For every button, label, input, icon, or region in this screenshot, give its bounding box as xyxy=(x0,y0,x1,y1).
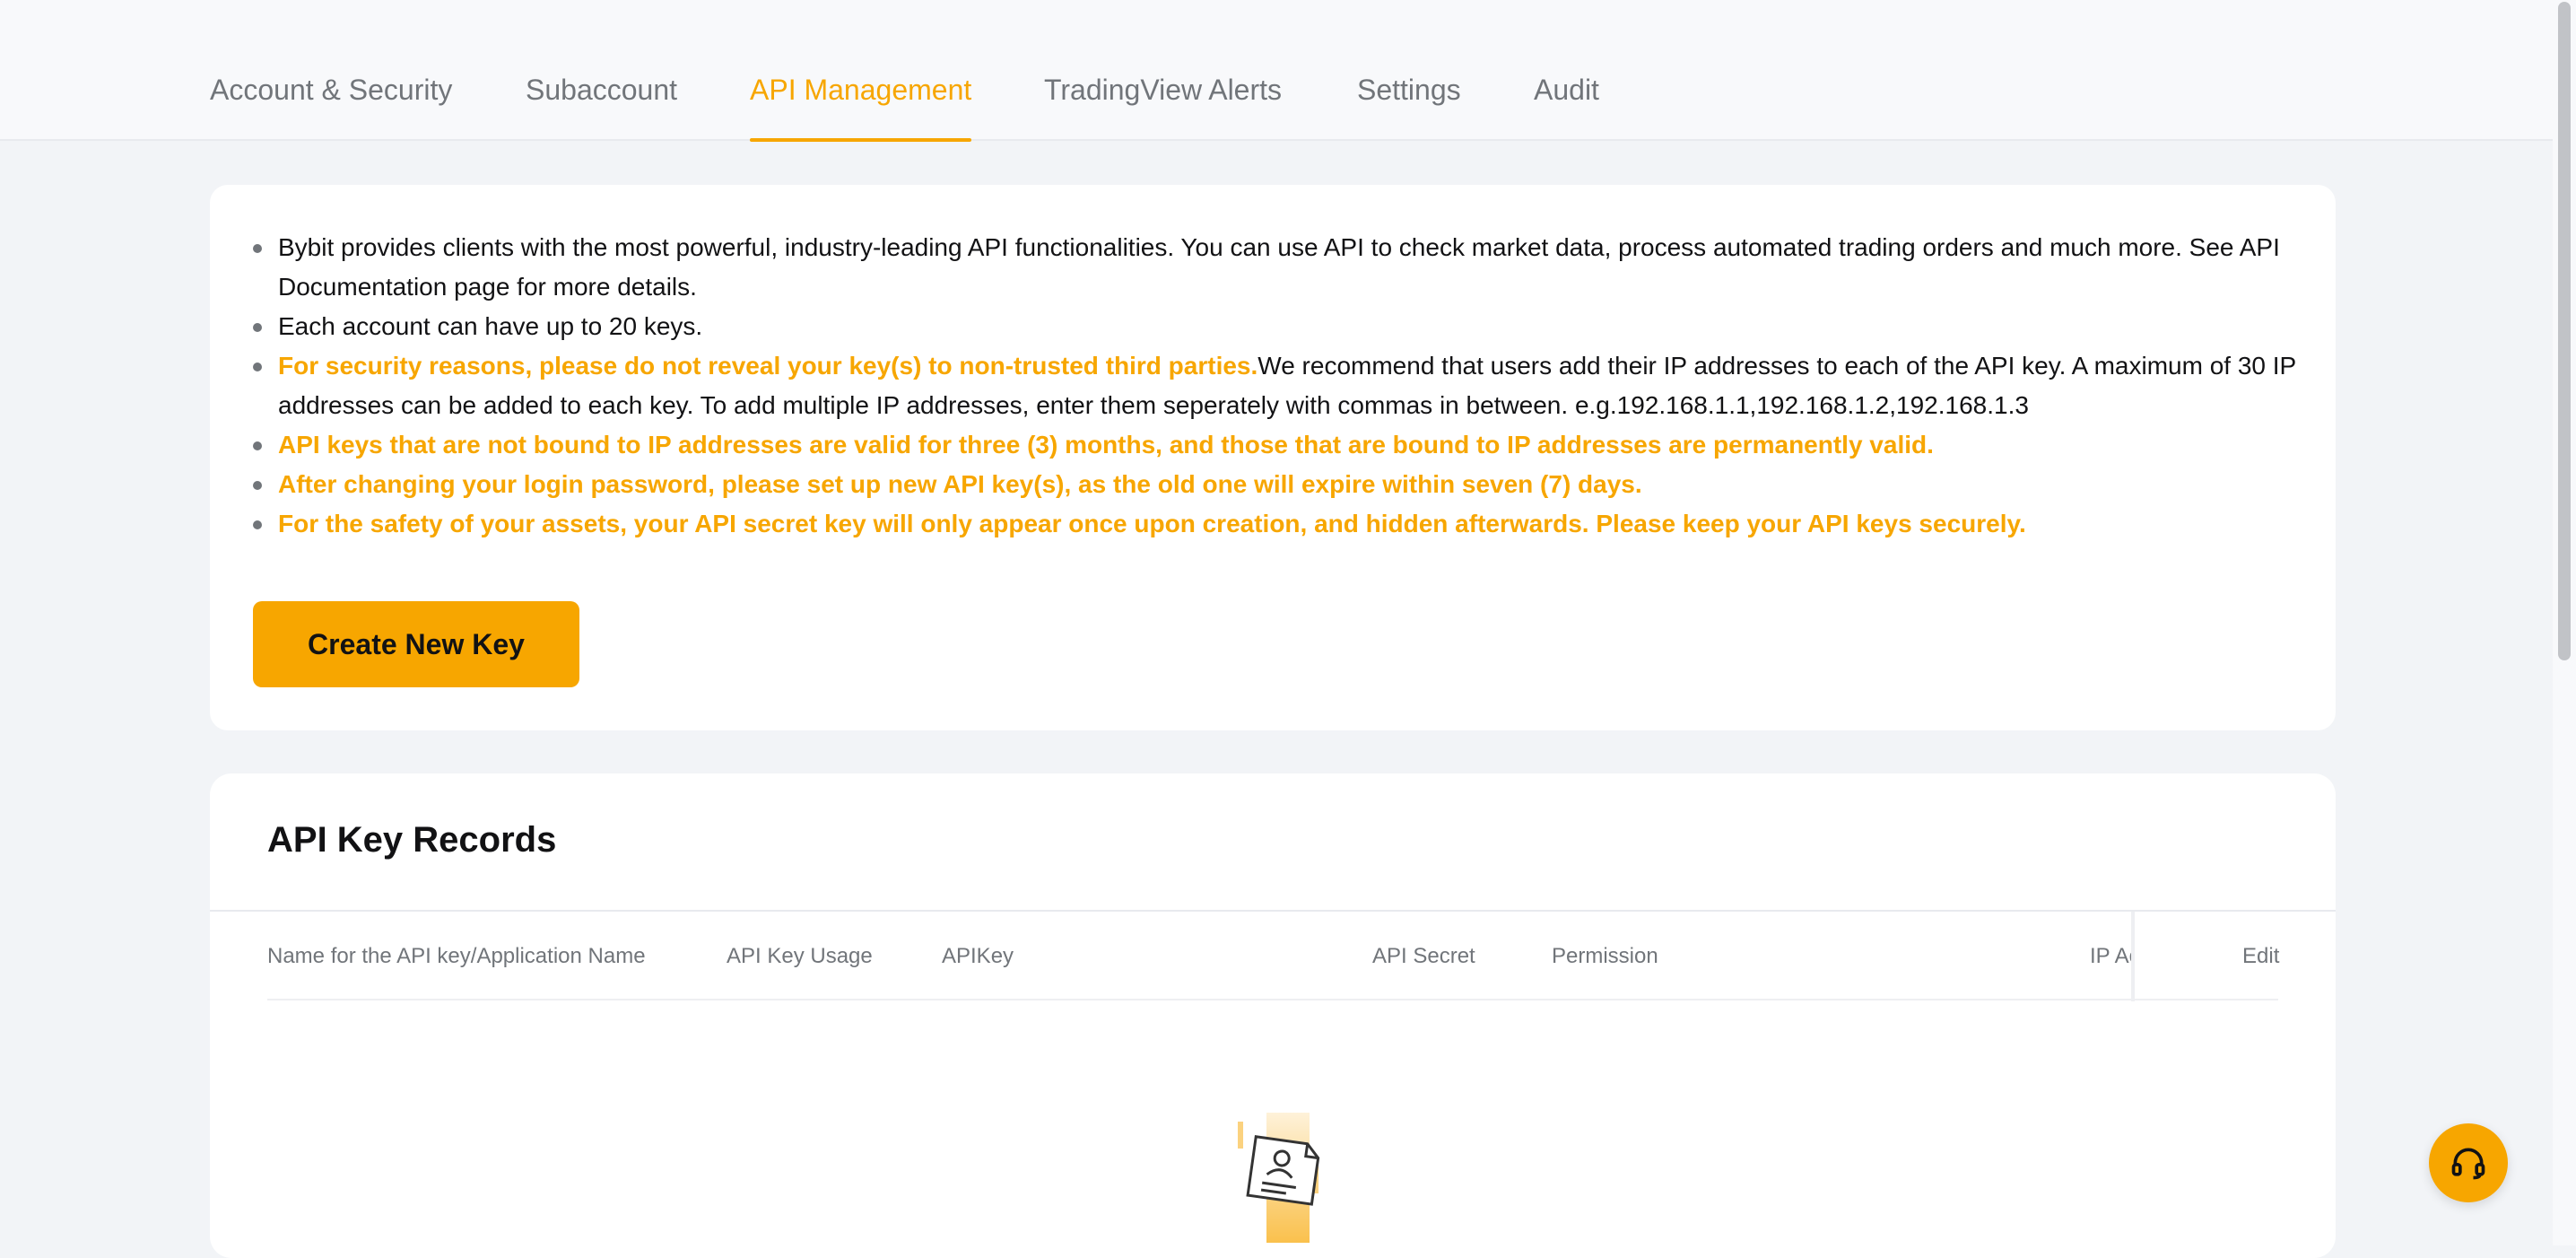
scrollbar-thumb[interactable] xyxy=(2558,2,2571,660)
note-item: After changing your login password, plea… xyxy=(253,465,2314,504)
column-header-edit: Edit xyxy=(2242,944,2280,968)
note-text: Each account can have up to 20 keys. xyxy=(278,312,703,340)
note-item: Bybit provides clients with the most pow… xyxy=(253,228,2314,307)
column-header-permission: Permission xyxy=(1552,944,1658,968)
column-header-ip: IP Ac xyxy=(2090,944,2135,968)
column-header-usage: API Key Usage xyxy=(727,944,873,968)
note-item: Each account can have up to 20 keys. xyxy=(253,307,2314,346)
tab-account-security[interactable]: Account & Security xyxy=(210,74,452,107)
note-item: For security reasons, please do not reve… xyxy=(253,346,2314,425)
note-highlight: After changing your login password, plea… xyxy=(278,470,1642,498)
tab-audit[interactable]: Audit xyxy=(1534,74,1599,107)
note-highlight: For security reasons, please do not reve… xyxy=(278,352,1258,380)
tab-tradingview-alerts[interactable]: TradingView Alerts xyxy=(1044,74,1282,107)
divider xyxy=(210,910,2336,912)
column-header-secret: API Secret xyxy=(1372,944,1475,968)
api-info-card: Bybit provides clients with the most pow… xyxy=(210,185,2336,730)
sticky-edit-column: Edit xyxy=(2131,912,2336,1001)
customer-support-button[interactable] xyxy=(2429,1123,2508,1202)
api-notes-list: Bybit provides clients with the most pow… xyxy=(253,228,2314,544)
tab-api-management[interactable]: API Management xyxy=(750,74,972,142)
note-text: Bybit provides clients with the most pow… xyxy=(278,233,2280,301)
column-header-name: Name for the API key/Application Name xyxy=(267,944,646,968)
api-key-records-card: API Key Records Name for the API key/App… xyxy=(210,773,2336,1258)
note-item: For the safety of your assets, your API … xyxy=(253,504,2314,544)
note-highlight: For the safety of your assets, your API … xyxy=(278,510,2026,537)
tab-settings[interactable]: Settings xyxy=(1357,74,1461,107)
table-header-divider xyxy=(267,999,2278,1000)
headset-icon xyxy=(2451,1148,2485,1180)
empty-state-icon xyxy=(1238,1113,1320,1243)
tab-subaccount[interactable]: Subaccount xyxy=(526,74,677,107)
top-navigation: Account & Security Subaccount API Manage… xyxy=(0,0,2553,142)
records-title: API Key Records xyxy=(267,820,557,860)
column-header-apikey: APIKey xyxy=(942,944,1014,968)
note-item: API keys that are not bound to IP addres… xyxy=(253,425,2314,465)
create-new-key-button[interactable]: Create New Key xyxy=(253,601,579,687)
note-highlight: API keys that are not bound to IP addres… xyxy=(278,431,1934,459)
